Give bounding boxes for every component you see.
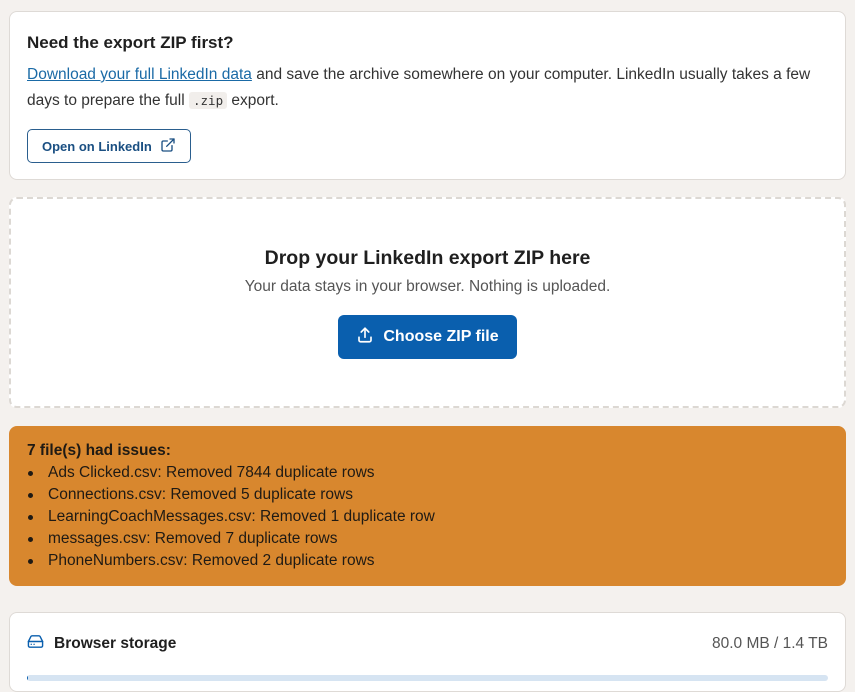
issues-list: Ads Clicked.csv: Removed 7844 duplicate …	[27, 462, 828, 572]
hard-drive-icon	[27, 633, 44, 655]
issue-item: Connections.csv: Removed 5 duplicate row…	[27, 484, 828, 506]
issue-item: messages.csv: Removed 7 duplicate rows	[27, 528, 828, 550]
issue-item: LearningCoachMessages.csv: Removed 1 dup…	[27, 506, 828, 528]
issues-title: 7 file(s) had issues:	[27, 440, 828, 462]
download-linkedin-data-link[interactable]: Download your full LinkedIn data	[27, 66, 252, 83]
storage-usage: 80.0 MB / 1.4 TB	[712, 635, 828, 653]
zip-code-snippet: .zip	[189, 92, 227, 109]
storage-label: Browser storage	[54, 635, 176, 653]
choose-zip-file-button[interactable]: Choose ZIP file	[338, 315, 516, 359]
upload-icon	[356, 326, 374, 349]
drop-zone-subtitle: Your data stays in your browser. Nothing…	[11, 278, 844, 296]
export-card-title: Need the export ZIP first?	[27, 32, 828, 54]
storage-progress-bar	[27, 675, 828, 681]
file-issues-alert: 7 file(s) had issues: Ads Clicked.csv: R…	[9, 426, 846, 586]
export-info-card: Need the export ZIP first? Download your…	[9, 11, 846, 180]
open-on-linkedin-button[interactable]: Open on LinkedIn	[27, 129, 191, 163]
open-on-linkedin-label: Open on LinkedIn	[42, 139, 152, 154]
issue-item: PhoneNumbers.csv: Removed 2 duplicate ro…	[27, 550, 828, 572]
export-card-description: Download your full LinkedIn data and sav…	[27, 62, 828, 114]
drop-zone-title: Drop your LinkedIn export ZIP here	[11, 247, 844, 270]
zip-drop-zone[interactable]: Drop your LinkedIn export ZIP here Your …	[9, 197, 846, 408]
browser-storage-card: Browser storage 80.0 MB / 1.4 TB	[9, 612, 846, 692]
issue-item: Ads Clicked.csv: Removed 7844 duplicate …	[27, 462, 828, 484]
choose-zip-file-label: Choose ZIP file	[383, 328, 498, 346]
external-link-icon	[160, 137, 176, 156]
export-desc-text-2: export.	[227, 92, 279, 109]
